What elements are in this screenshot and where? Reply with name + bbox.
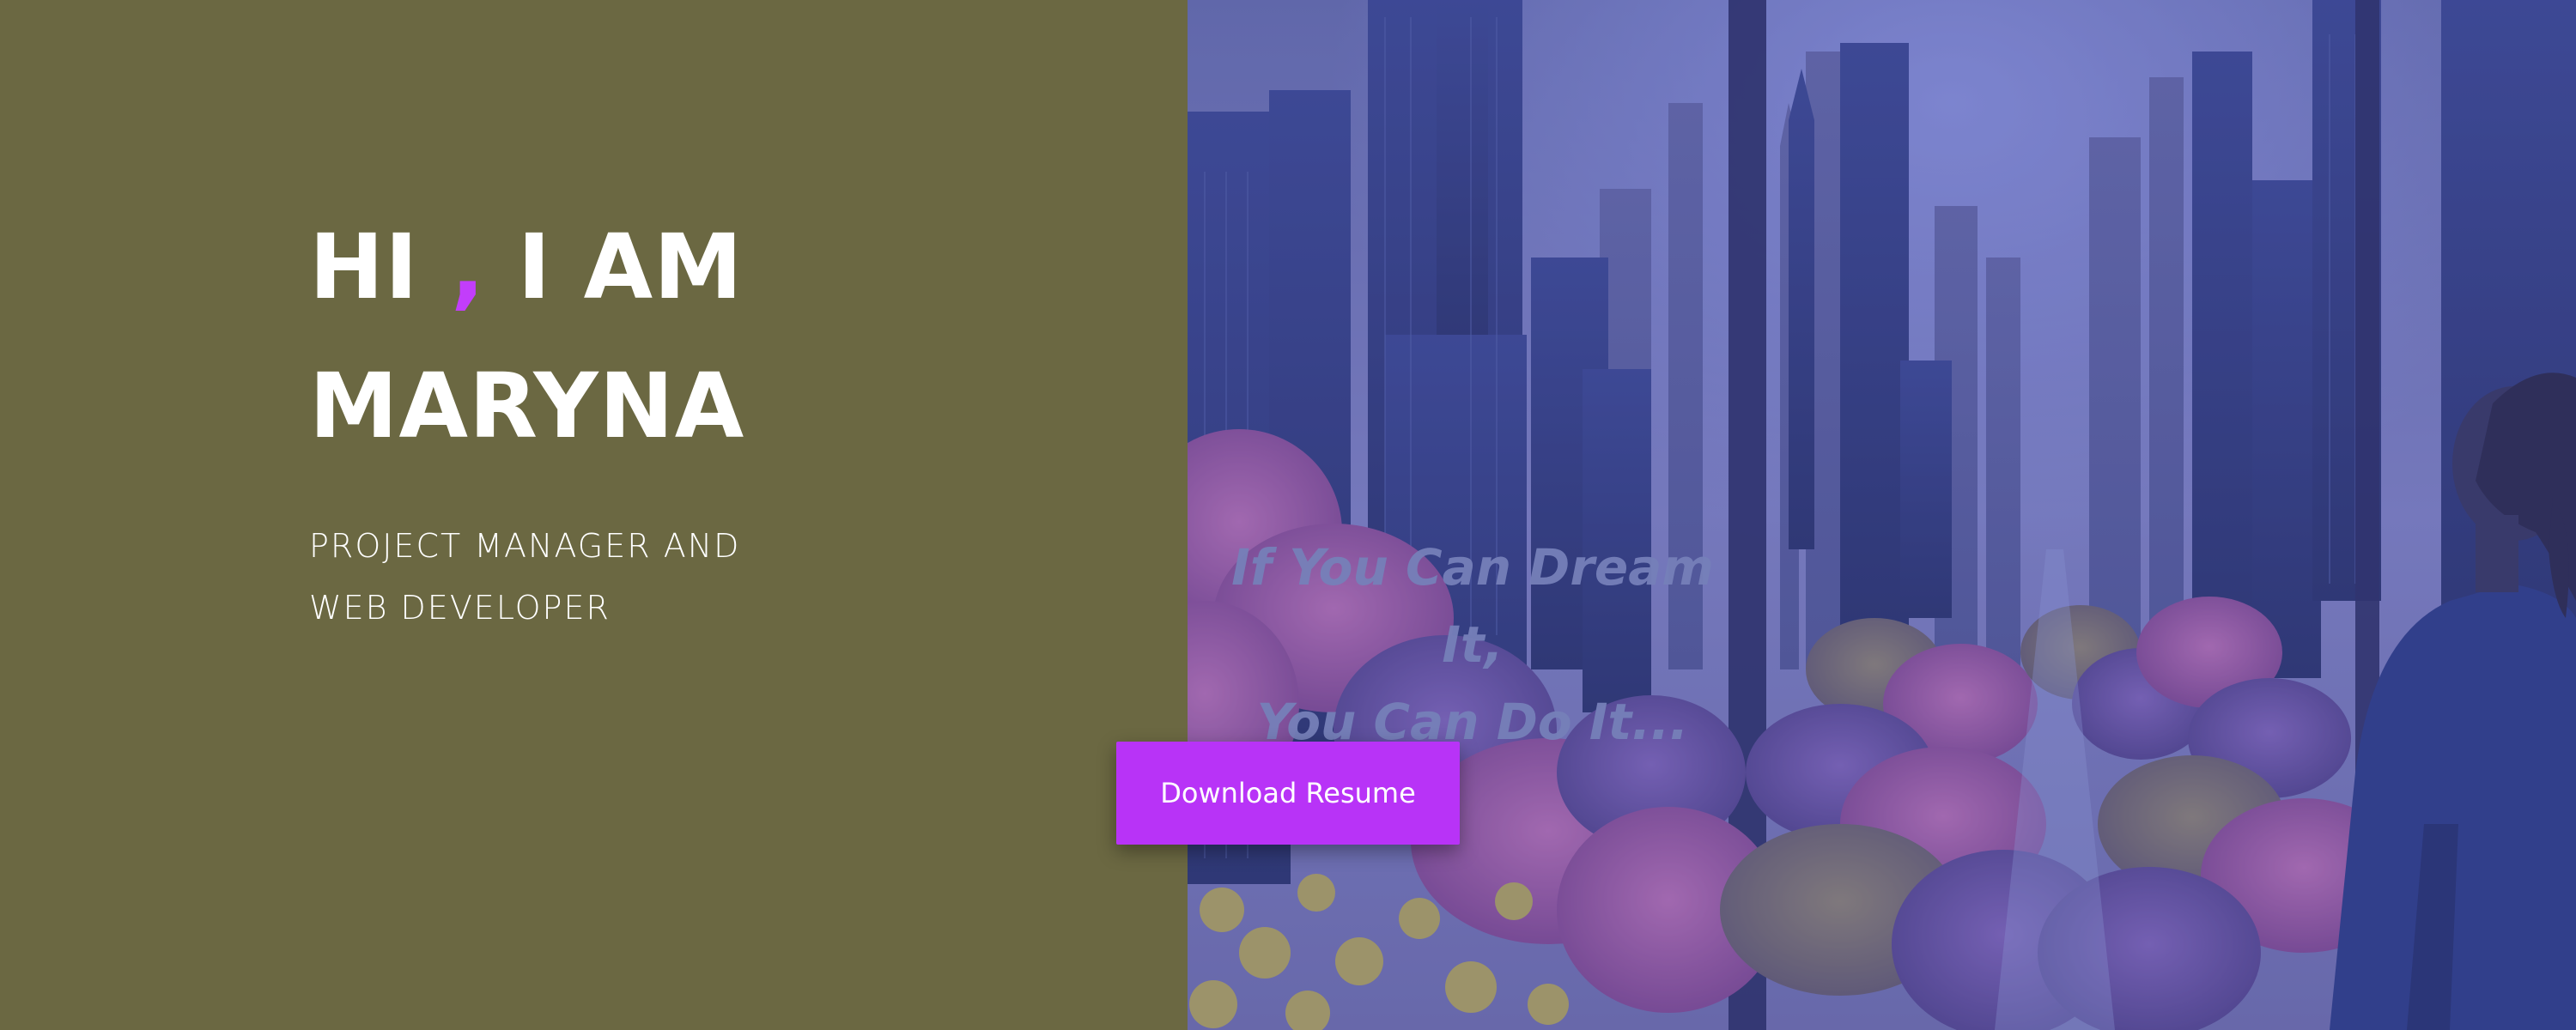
greeting-comma: , bbox=[450, 215, 486, 319]
quote-line-1: If You Can Dream It, bbox=[1231, 538, 1714, 674]
hero-section: HI , I AM MARYNA PROJECT MANAGER AND WEB… bbox=[0, 0, 2576, 1030]
hero-city-image bbox=[1188, 0, 2576, 1030]
motto-quote: If You Can Dream It, You Can Do It... bbox=[1198, 529, 1747, 760]
subtitle-line-2: WEB DEVELOPER bbox=[309, 589, 611, 627]
download-resume-button[interactable]: Download Resume bbox=[1116, 742, 1460, 845]
greeting-pre: HI bbox=[309, 215, 451, 319]
greeting-post: I AM bbox=[485, 215, 744, 319]
hero-name: MARYNA bbox=[309, 354, 745, 458]
subtitle-line-1: PROJECT MANAGER AND bbox=[309, 527, 741, 565]
hero-title: HI , I AM MARYNA bbox=[309, 197, 744, 476]
hero-left-panel: HI , I AM MARYNA PROJECT MANAGER AND WEB… bbox=[0, 0, 1188, 1030]
hero-subtitle: PROJECT MANAGER AND WEB DEVELOPER bbox=[309, 515, 841, 639]
